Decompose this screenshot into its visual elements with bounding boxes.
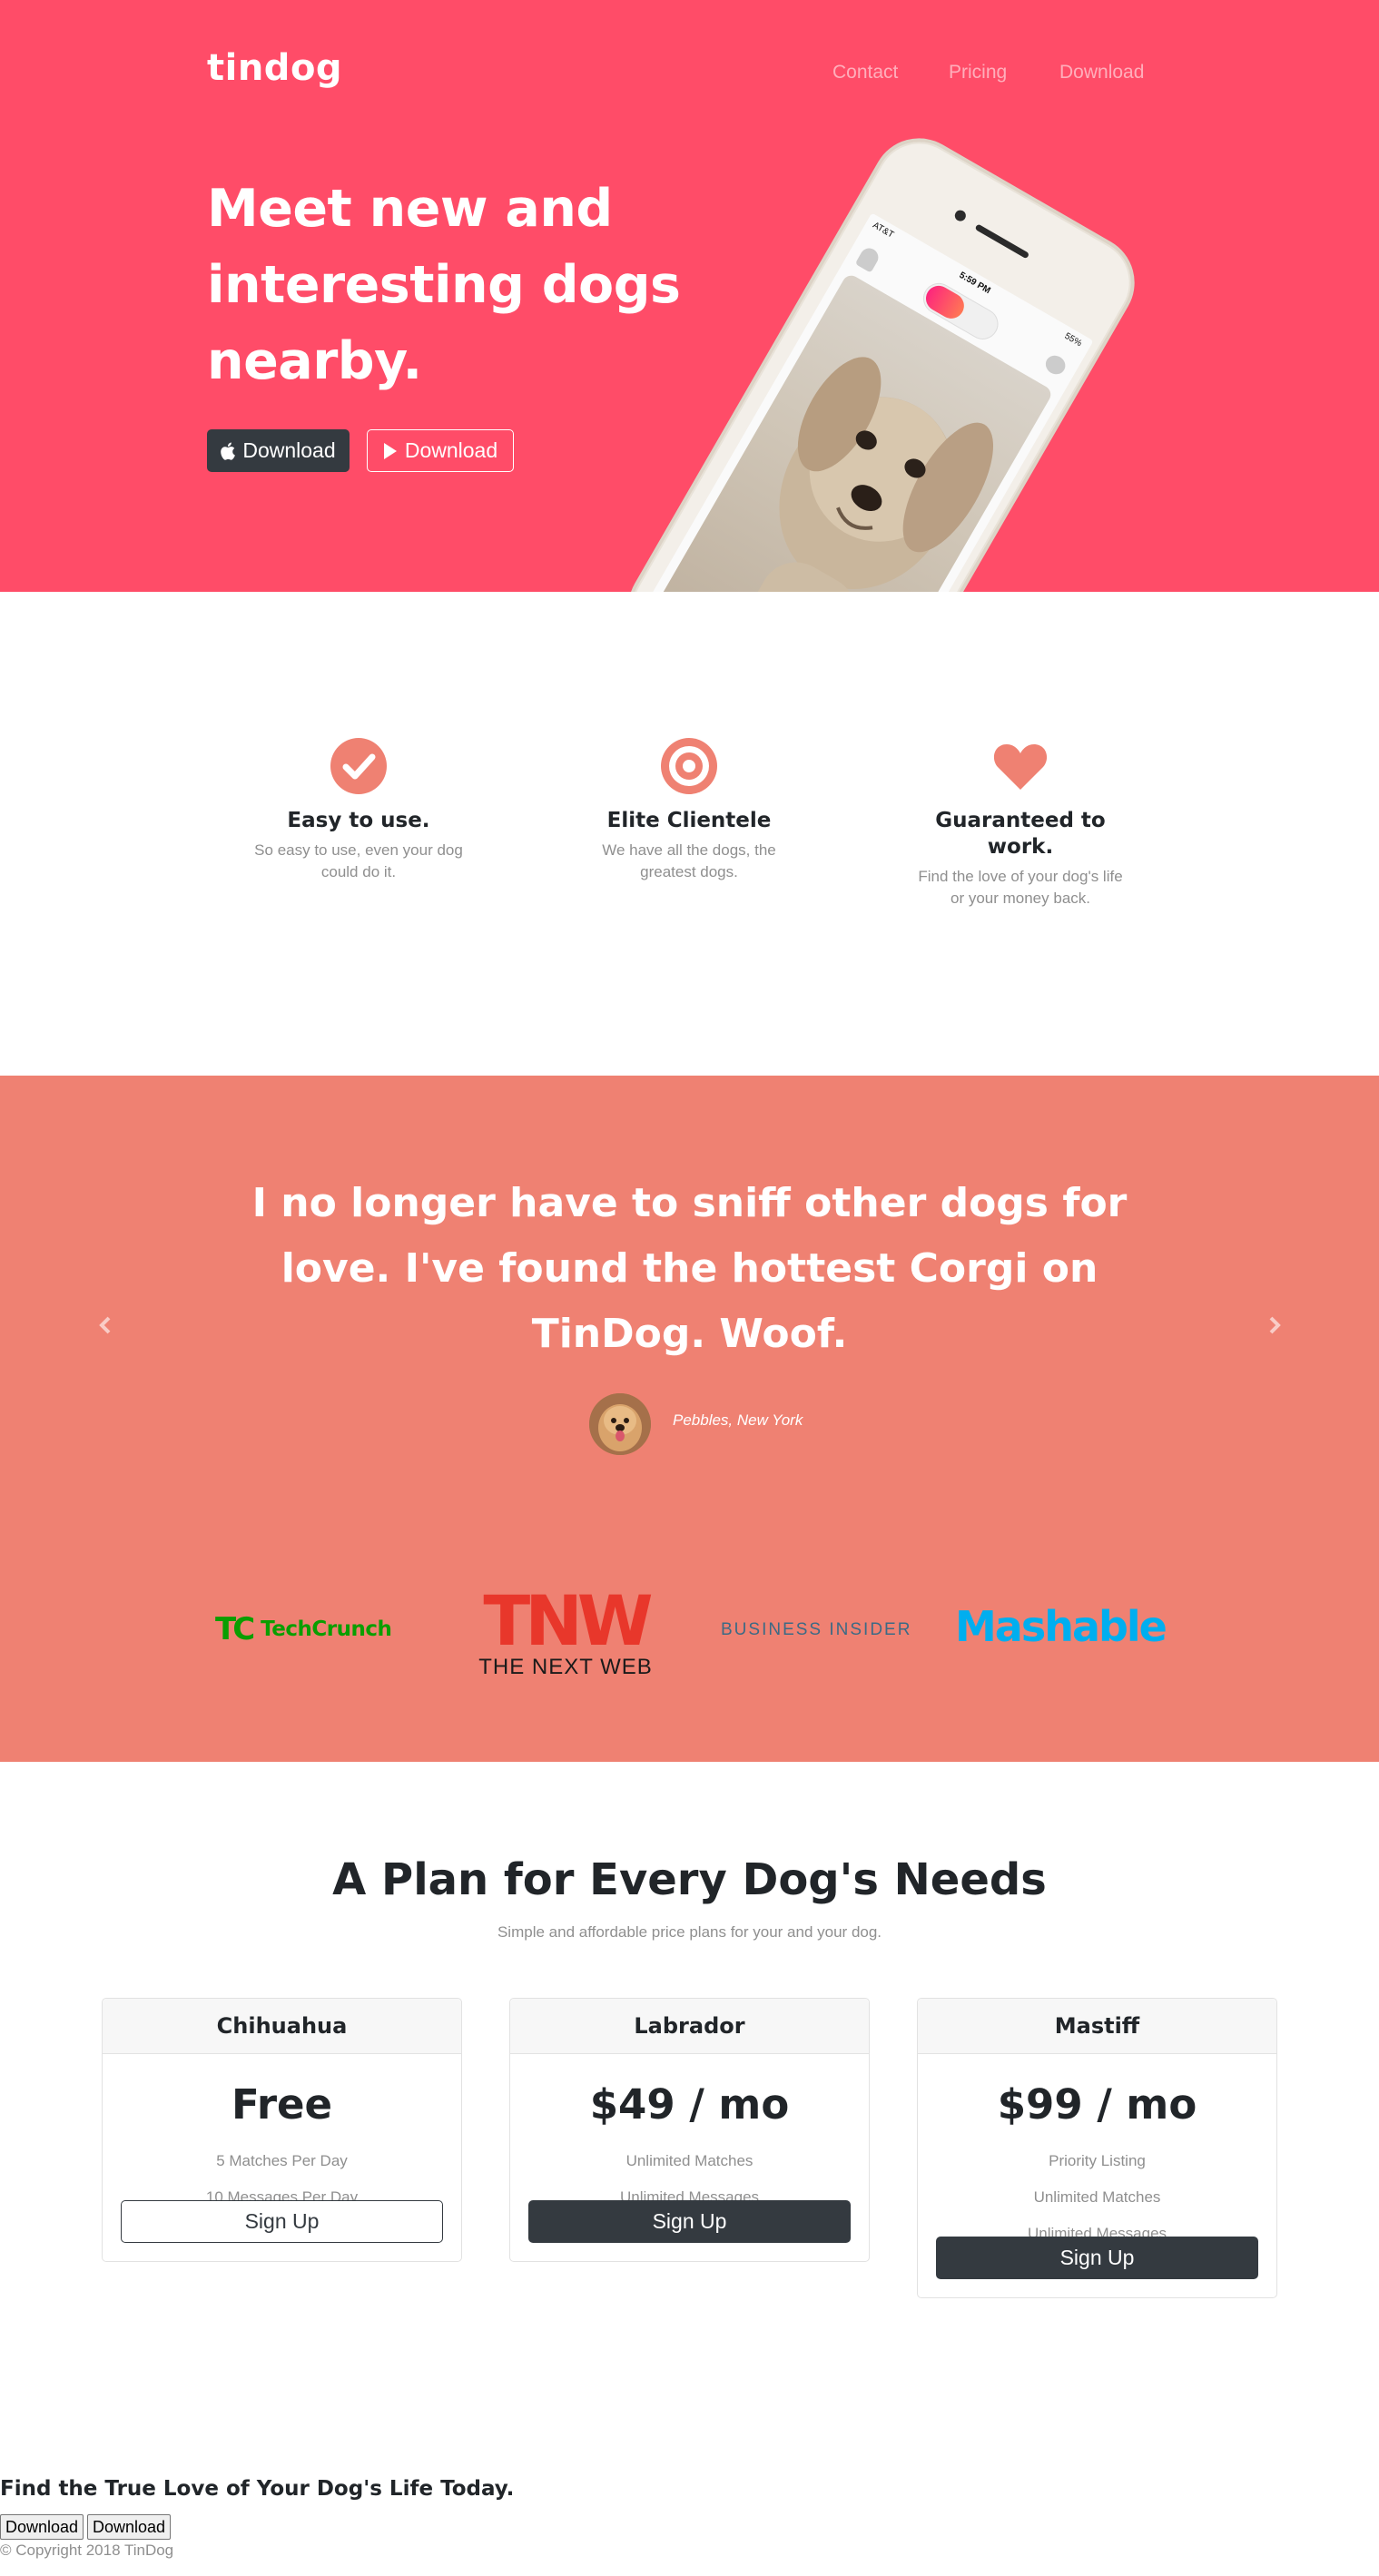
nav-link-contact[interactable]: Contact: [832, 62, 898, 84]
plan-feature: Priority Listing: [1049, 2152, 1146, 2169]
plan-card-chihuahua: Chihuahua Free 5 Matches Per Day 10 Mess…: [102, 1998, 462, 2262]
press-section: TC TechCrunch TNW THE NEXT WEB BUSINESS …: [0, 1544, 1379, 1762]
techcrunch-mark: TC: [215, 1611, 255, 1647]
tnw-mark: TNW: [483, 1580, 653, 1661]
nav-link-download[interactable]: Download: [1059, 62, 1144, 84]
download-google-play-button[interactable]: Download: [367, 429, 514, 472]
pricing-title: A Plan for Every Dog's Needs: [332, 1854, 1047, 1905]
techcrunch-logo: TC TechCrunch: [215, 1611, 424, 1647]
tnw-logo: TNW THE NEXT WEB: [461, 1580, 670, 1680]
phone-speaker: [974, 223, 1030, 260]
plan-feature: Unlimited Matches: [1033, 2188, 1161, 2206]
techcrunch-text: TechCrunch: [261, 1617, 392, 1641]
download-apple-button[interactable]: Download: [207, 429, 350, 472]
plan-card-labrador: Labrador $49 / mo Unlimited Matches Unli…: [509, 1998, 870, 2262]
download-google-play-label: Download: [404, 438, 498, 462]
phone-carrier: AT&T: [871, 220, 896, 241]
nav-link-pricing[interactable]: Pricing: [949, 62, 1007, 84]
phone-battery: 55%: [1062, 330, 1084, 349]
check-circle-icon: [245, 737, 472, 795]
hero-section: tindog Contact Pricing Download Meet new…: [0, 0, 1379, 592]
feature-title: Elite Clientele: [606, 809, 772, 832]
plan-feature: 5 Matches Per Day: [216, 2152, 348, 2169]
carousel-prev-button[interactable]: [91, 1307, 118, 1343]
chevron-right-icon: [1262, 1307, 1289, 1343]
mashable-logo: Mashable: [955, 1602, 1167, 1651]
cta-heading: Find the True Love of Your Dog's Life To…: [0, 2477, 515, 2501]
chevron-left-icon: [91, 1307, 118, 1343]
feature-text: Find the love of your dog's life or your…: [918, 868, 1123, 907]
phone-camera: [952, 208, 969, 223]
download-apple-label: Download: [242, 438, 336, 462]
testimonial-section: I no longer have to sniff other dogs for…: [0, 1076, 1379, 1544]
feature-title: Guaranteed to work.: [935, 809, 1106, 859]
pricing-section: A Plan for Every Dog's Needs Simple and …: [0, 1762, 1379, 2433]
testimonial-quote: I no longer have to sniff other dogs for…: [251, 1180, 1128, 1357]
hero-heading: Meet new and interesting dogs nearby.: [207, 179, 681, 391]
sign-up-mastiff-button[interactable]: Sign Up: [936, 2237, 1258, 2279]
plan-name: Labrador: [510, 1999, 869, 2054]
features-section: Easy to use. So easy to use, even your d…: [0, 592, 1379, 1076]
phone-time: 5:59 PM: [957, 270, 992, 297]
google-play-icon: [383, 442, 398, 460]
plan-card-mastiff: Mastiff $99 / mo Priority Listing Unlimi…: [917, 1998, 1277, 2298]
sign-up-chihuahua-button[interactable]: Sign Up: [121, 2200, 443, 2243]
feature-guaranteed: Guaranteed to work. Find the love of you…: [907, 737, 1134, 909]
brand-logo[interactable]: tindog: [207, 47, 342, 89]
plan-price: $99 / mo: [997, 2080, 1197, 2129]
feature-elite-clientele: Elite Clientele We have all the dogs, th…: [576, 737, 803, 883]
plan-price: $49 / mo: [589, 2080, 790, 2129]
tnw-text: THE NEXT WEB: [478, 1655, 653, 1679]
bullseye-icon: [576, 737, 803, 795]
feature-title: Easy to use.: [287, 809, 430, 832]
heart-icon: [907, 737, 1134, 795]
plan-feature: Unlimited Matches: [625, 2152, 754, 2169]
profile-icon: [854, 244, 882, 273]
feature-easy-to-use: Easy to use. So easy to use, even your d…: [245, 737, 472, 883]
cta-download-button[interactable]: Download: [87, 2514, 172, 2540]
feature-text: We have all the dogs, the greatest dogs.: [602, 841, 776, 880]
cta-download-button[interactable]: Download: [0, 2514, 84, 2540]
cta-section: Find the True Love of Your Dog's Life To…: [0, 2469, 1379, 2576]
chat-icon: [1042, 351, 1069, 379]
carousel-next-button[interactable]: [1262, 1307, 1289, 1343]
sign-up-labrador-button[interactable]: Sign Up: [528, 2200, 851, 2243]
business-insider-logo: BUSINESS INSIDER: [721, 1620, 912, 1639]
testimonial-avatar: [589, 1393, 651, 1455]
testimonial-author: Pebbles, New York: [673, 1411, 803, 1429]
apple-icon: [221, 442, 236, 460]
feature-text: So easy to use, even your dog could do i…: [254, 841, 463, 880]
plan-name: Mastiff: [918, 1999, 1276, 2054]
pricing-subtitle: Simple and affordable price plans for yo…: [497, 1923, 882, 1941]
plan-price: Free: [231, 2080, 333, 2129]
footer-copyright: © Copyright 2018 TinDog: [0, 2542, 174, 2559]
plan-name: Chihuahua: [103, 1999, 461, 2054]
